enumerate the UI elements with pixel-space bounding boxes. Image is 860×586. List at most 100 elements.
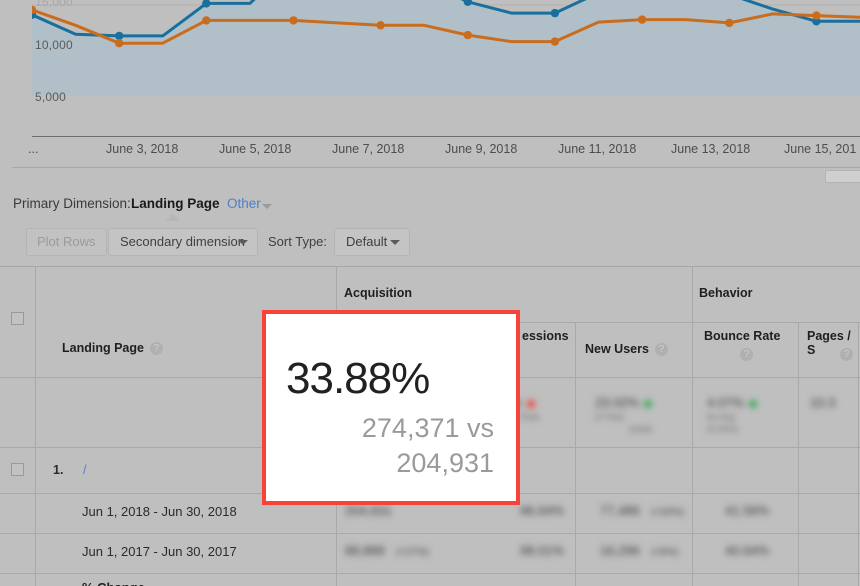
primary-dimension-bar: Primary Dimension: Landing Page Other [0,196,860,222]
x-tick-4: June 9, 2018 [445,142,518,156]
row-previous-new-users-value: 98.01% [520,543,565,558]
row2-divider [0,533,860,534]
secondary-dimension-label: Secondary dimension [120,234,246,249]
callout-percent-change: 33.88% [286,354,430,403]
callout-current-value: 274,371 vs [361,413,494,443]
column-header-landing-page-label: Landing Page [62,341,144,355]
row-current-bounce-rate: 77,486 (+20%) [600,503,684,518]
x-tick-3: June 7, 2018 [332,142,405,156]
row-current-pages-session: 41.56% [725,503,769,518]
summary-bounce-rate-pct: 4.07% [707,395,744,410]
col-divider-4 [692,267,693,586]
x-tick-2: June 5, 2018 [219,142,292,156]
summary-new-users-pct: 23.02% [595,395,640,410]
chevron-down-icon[interactable] [262,204,272,209]
help-icon[interactable]: ? [740,348,753,361]
sort-type-select[interactable]: Default [334,228,410,256]
trend-up-icon [644,399,653,408]
trend-up-icon [748,399,757,408]
col-divider-1 [35,377,36,586]
row-period-previous: Jun 1, 2017 - Jun 30, 2017 [82,544,237,559]
trend-down-icon [526,399,535,408]
row-current-bounce-rate-pct: (+20%) [651,507,684,518]
x-tick-6: June 13, 2018 [671,142,751,156]
sort-type-value: Default [346,234,388,249]
chart-horizontal-scrollbar[interactable] [12,168,860,182]
primary-dimension-value-landing-page[interactable]: Landing Page [131,196,220,211]
y-axis-tick-5000: 5,000 [35,90,67,104]
summary-pages-session-number: 10.3 [810,395,836,410]
column-header-new-users-label: New Users [585,342,649,356]
col-divider-6 [858,322,859,586]
column-header-pages-session[interactable]: Pages / S ? [807,329,860,361]
row-previous-sessions-value: 88,888 [345,543,385,558]
row3-divider [0,573,860,574]
group-header-acquisition: Acquisition [344,286,413,300]
row-landing-page-link[interactable]: / [83,463,86,477]
chart-svg [32,0,860,96]
summary-bounce-rate-sub: for Avg [707,412,735,422]
column-header-new-users[interactable]: New Users? [585,342,668,357]
row-previous-pages-session-value: 40.64% [725,543,770,558]
y-axis-tick-15000: 15,000 [35,0,73,9]
chevron-down-icon [390,240,400,245]
row-current-new-users: 96.64% [520,503,564,518]
help-icon[interactable]: ? [654,343,668,357]
column-header-sessions-label: essions [522,329,569,343]
summary-new-users-sub: of Total [595,412,624,422]
row-current-bounce-rate-value: 77,486 [600,503,640,518]
secondary-dimension-button[interactable]: Secondary dimension [108,228,258,256]
table-controls: Plot Rows Secondary dimension Sort Type:… [0,228,860,262]
column-header-landing-page[interactable]: Landing Page? [62,341,163,356]
row-period-current: Jun 1, 2018 - Jun 30, 2018 [82,504,237,519]
row-previous-new-users: 98.01% [520,543,564,558]
col-divider-5 [798,322,799,586]
analytics-screen: 15,000 10,000 5,000 ... June 3, 2018 Jun… [0,0,860,586]
row-change-sessions [355,580,369,586]
chevron-down-icon [238,240,248,245]
select-all-checkbox[interactable] [11,312,24,325]
row-current-sessions-value: 204,931 [345,503,392,518]
row-previous-sessions: 88,888 (+27%) [345,543,429,558]
y-axis-tick-10000: 10,000 [35,38,73,52]
x-axis-labels: ... June 3, 2018 June 5, 2018 June 7, 20… [0,142,860,164]
x-tick-1: June 3, 2018 [106,142,179,156]
x-tick-5: June 11, 2018 [558,142,637,156]
metric-callout-overlay: 33.88% 274,371 vs 204,931 [262,310,520,505]
chart-plot-area [32,0,860,140]
x-axis-line [32,136,860,137]
active-tab-pointer [165,214,181,221]
summary-pages-session-value: 10.3 [810,395,835,410]
row-current-new-users-value: 96.64% [520,503,565,518]
summary-new-users-value: 23.02% of Total (total) [595,395,653,434]
column-header-bounce-rate[interactable]: Bounce Rate ? [704,329,781,361]
group-header-behavior: Behavior [699,286,753,300]
row-current-sessions: 204,931 [345,503,392,518]
summary-bounce-rate-value: 4.07% for Avg (0.00%) [707,395,757,434]
primary-dimension-other[interactable]: Other [227,196,261,211]
row-previous-bounce-rate: 16,296 (+8%) [600,543,678,558]
row-previous-pages-session: 40.64% [725,543,769,558]
col-divider-0 [35,267,36,377]
row-current-pages-session-value: 41.56% [725,503,770,518]
summary-bounce-rate-sub2: (0.00%) [707,424,739,434]
row-percent-change-label: % Change [82,580,145,586]
column-header-sessions-visible[interactable]: essions [522,329,569,343]
col-divider-3 [575,322,576,586]
row-index-1: 1. [53,463,64,477]
plot-rows-button[interactable]: Plot Rows [26,228,107,256]
row-checkbox-1[interactable] [11,463,24,476]
help-icon[interactable]: ? [149,342,163,356]
sort-type-label: Sort Type: [268,234,328,249]
column-header-bounce-rate-label: Bounce Rate [704,329,781,343]
summary-new-users-sub2: (total) [629,424,653,434]
sessions-timeline-chart[interactable]: 15,000 10,000 5,000 ... June 3, 2018 Jun… [0,0,860,165]
callout-previous-value: 204,931 [396,448,494,478]
x-tick-7: June 15, 201 [784,142,857,156]
row-previous-bounce-rate-pct: (+8%) [651,547,679,558]
row-previous-sessions-pct: (+27%) [396,547,429,558]
x-tick-0: ... [28,142,39,156]
chart-scrollbar-thumb[interactable] [825,170,860,183]
primary-dimension-label: Primary Dimension: [13,196,131,211]
help-icon[interactable]: ? [840,348,853,361]
